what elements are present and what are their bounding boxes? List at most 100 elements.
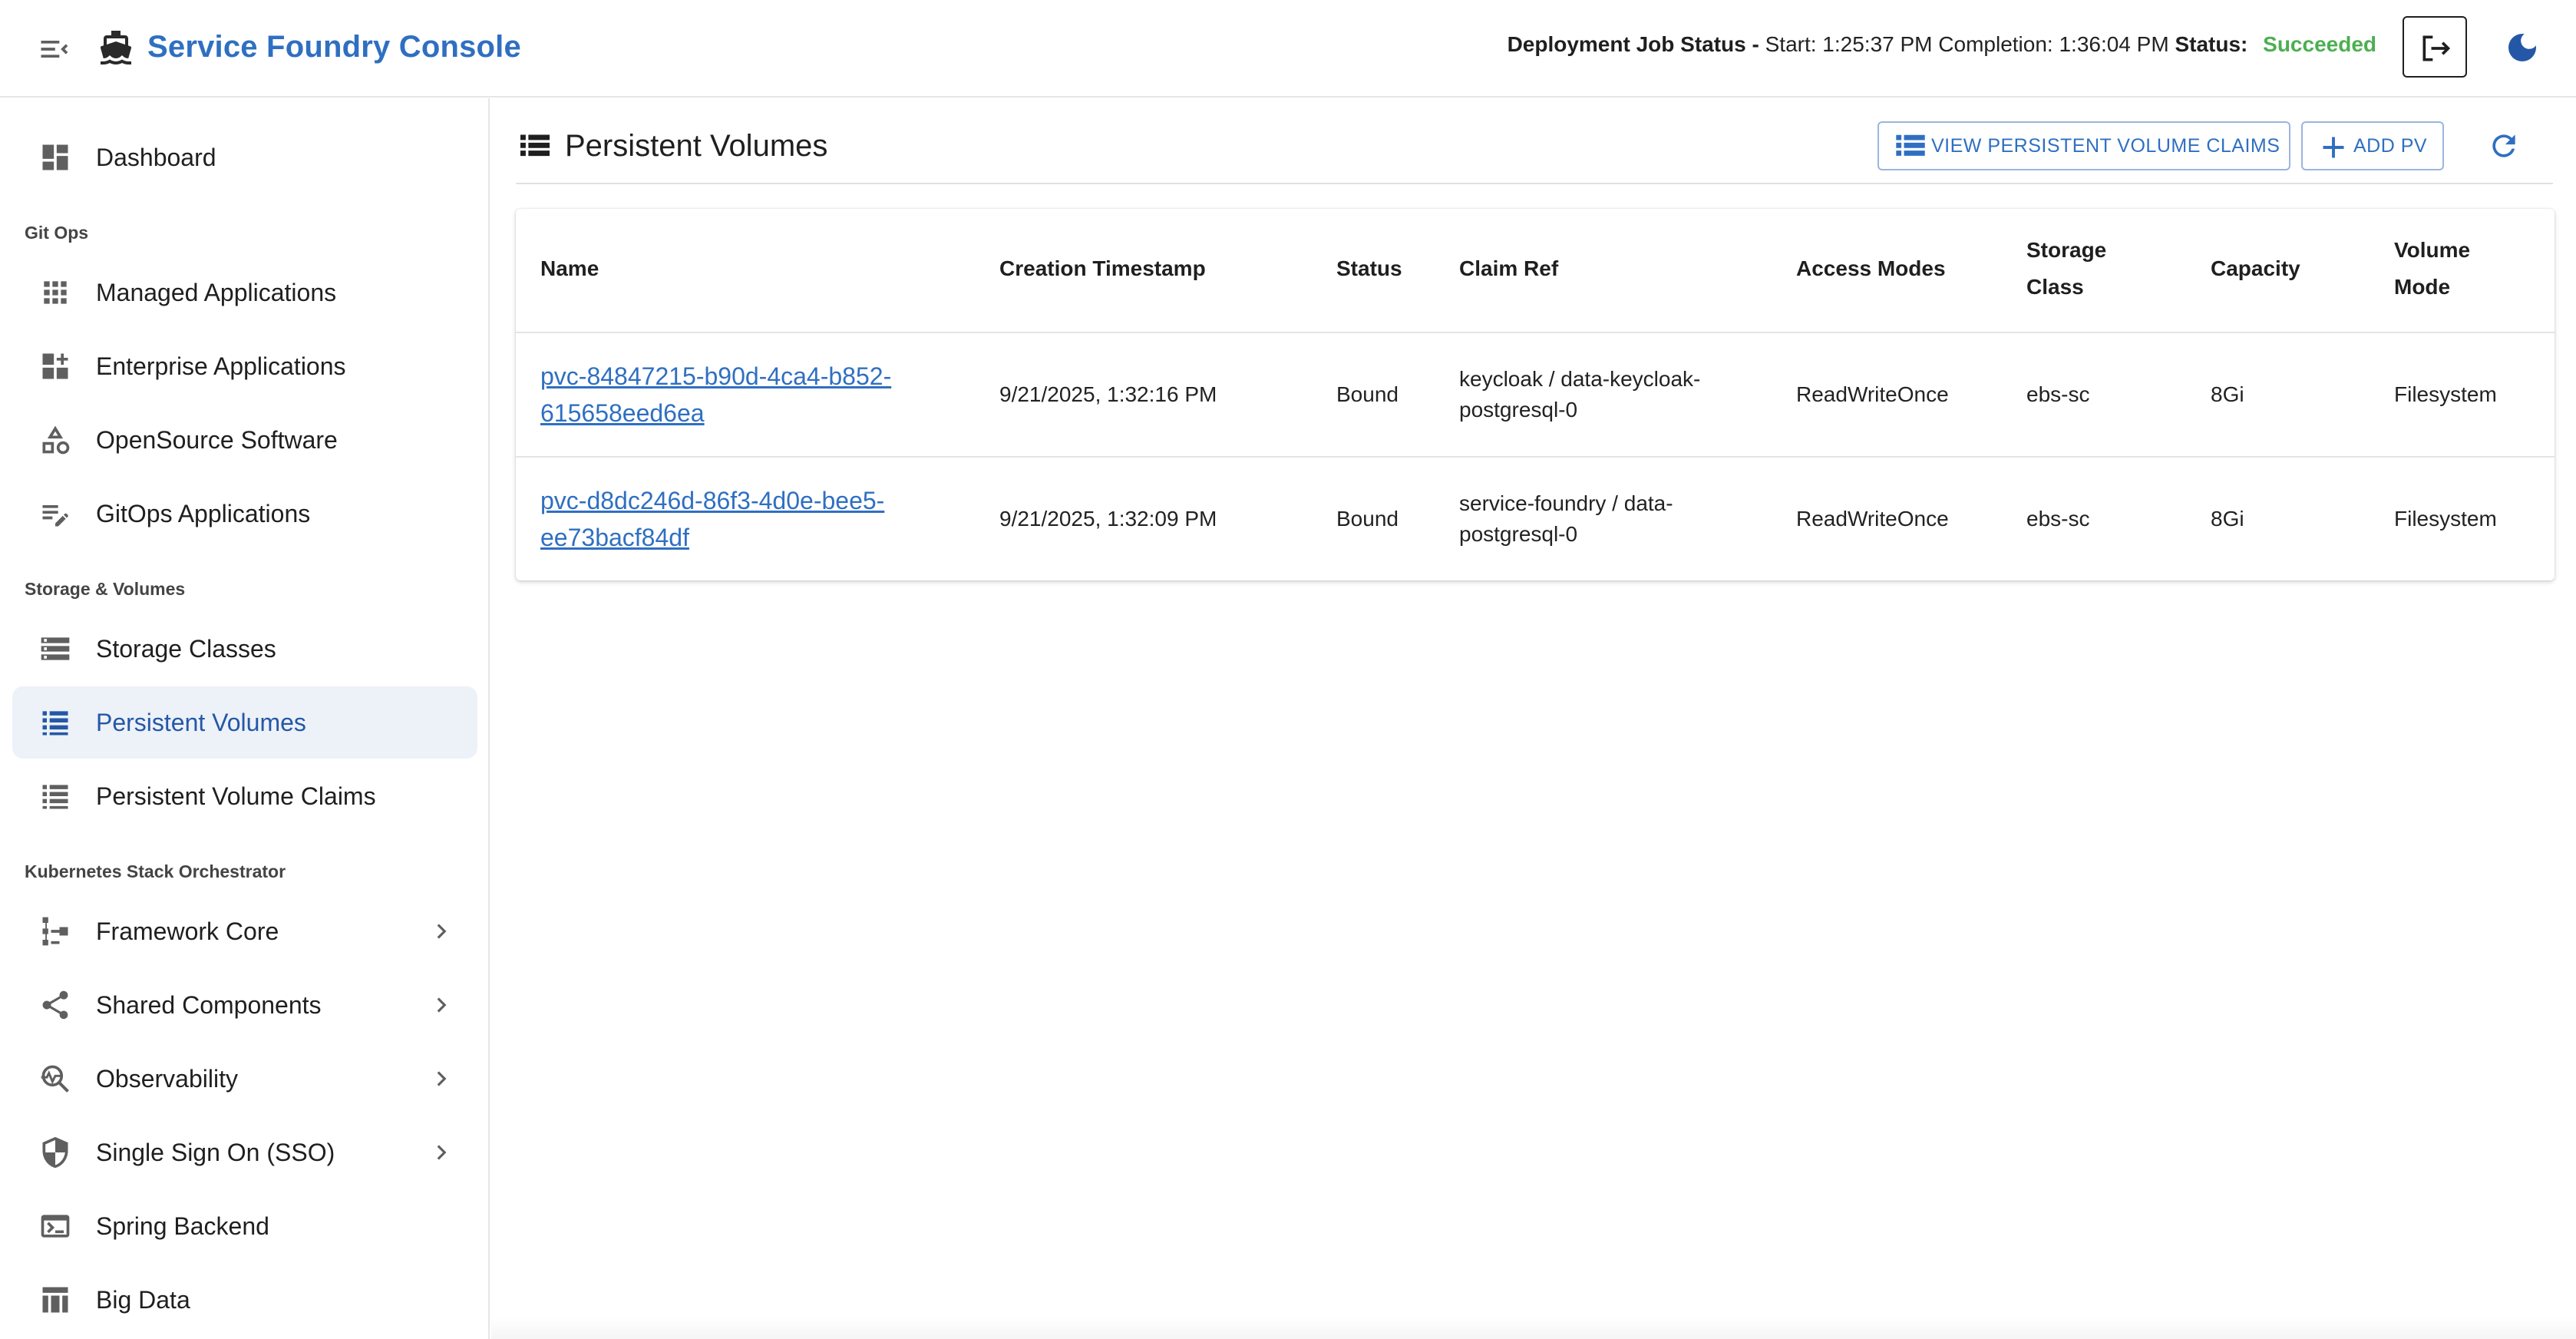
storage-icon: [41, 637, 70, 660]
list-storage-icon: [42, 785, 68, 809]
app-title[interactable]: Service Foundry Console: [147, 26, 521, 68]
column-header-storage-class-line2: Class: [2026, 275, 2084, 299]
sidebar-item-label: Framework Core: [96, 917, 279, 945]
sidebar-item-observability[interactable]: Observability: [12, 1043, 477, 1115]
job-status-times: Start: 1:25:37 PM Completion: 1:36:04 PM: [1765, 32, 2169, 56]
sidebar-item-big-data[interactable]: Big Data: [12, 1264, 477, 1336]
column-header-name[interactable]: Name: [540, 250, 599, 287]
monitor-search-icon: [41, 1065, 69, 1093]
sidebar: Dashboard Git Ops Managed Applications E…: [0, 98, 490, 1339]
chevron-right-icon: [437, 1071, 447, 1086]
sidebar-item-label: GitOps Applications: [96, 500, 311, 527]
column-header-creation-timestamp[interactable]: Creation Timestamp: [999, 250, 1206, 287]
table-icon: [42, 1287, 68, 1313]
sidebar-item-spring-backend[interactable]: Spring Backend: [12, 1190, 477, 1262]
chevron-right-icon: [437, 997, 447, 1013]
menu-collapse-icon[interactable]: [37, 32, 71, 66]
column-header-volume-mode-line2: Mode: [2394, 275, 2451, 299]
ship-icon: [100, 31, 132, 64]
access-modes-cell: ReadWriteOnce: [1796, 382, 1949, 406]
logout-button[interactable]: [2403, 16, 2467, 78]
status-cell: Bound: [1336, 507, 1399, 531]
pv-name-line2: 615658eed6ea: [540, 399, 705, 427]
list-storage-icon: [1896, 134, 1925, 156]
capacity-cell: 8Gi: [2211, 507, 2244, 531]
claim-ref-line1: service-foundry / data-: [1459, 491, 1673, 515]
sidebar-item-dashboard[interactable]: Dashboard: [12, 121, 477, 193]
sidebar-item-label: Single Sign On (SSO): [96, 1139, 335, 1166]
view-claims-label: VIEW PERSISTENT VOLUME CLAIMS: [1931, 135, 2280, 157]
row-divider: [516, 456, 2555, 458]
apps-grid-icon: [44, 281, 67, 304]
dark-mode-moon-icon[interactable]: [2504, 29, 2541, 66]
claim-ref-line2: postgresql-0: [1459, 522, 1578, 546]
page-title: Persistent Volumes: [565, 129, 828, 163]
sidebar-item-label: Enterprise Applications: [96, 352, 346, 380]
view-persistent-volume-claims-button[interactable]: VIEW PERSISTENT VOLUME CLAIMS: [1878, 121, 2290, 170]
category-shapes-icon: [42, 425, 70, 455]
access-modes-cell: ReadWriteOnce: [1796, 507, 1949, 531]
logout-icon: [2422, 35, 2451, 61]
column-header-status[interactable]: Status: [1336, 250, 1402, 287]
column-header-capacity[interactable]: Capacity: [2211, 250, 2300, 287]
sidebar-item-persistent-volume-claims[interactable]: Persistent Volume Claims: [12, 760, 477, 832]
app-header: Service Foundry Console Deployment Job S…: [0, 0, 2576, 98]
sidebar-item-storage-classes[interactable]: Storage Classes: [12, 613, 477, 685]
sidebar-item-framework-core[interactable]: Framework Core: [12, 895, 477, 967]
sidebar-item-persistent-volumes[interactable]: Persistent Volumes: [12, 686, 477, 759]
terminal-icon: [41, 1215, 70, 1238]
refresh-icon[interactable]: [2487, 129, 2521, 163]
deployment-job-status: Deployment Job Status - Start: 1:25:37 P…: [1508, 28, 2376, 61]
sidebar-item-managed-applications[interactable]: Managed Applications: [12, 256, 477, 329]
sidebar-item-label: Big Data: [96, 1286, 190, 1314]
capacity-cell: 8Gi: [2211, 382, 2244, 406]
persistent-volumes-table: Name Creation Timestamp Status Claim Ref…: [516, 209, 2555, 580]
sidebar-item-label: Persistent Volume Claims: [96, 782, 376, 810]
chevron-right-icon: [437, 924, 447, 939]
pv-name-line1: pvc-84847215-b90d-4ca4-b852-: [540, 362, 892, 390]
sidebar-item-single-sign-on[interactable]: Single Sign On (SSO): [12, 1116, 477, 1189]
pv-name-line1: pvc-d8dc246d-86f3-4d0e-bee5-: [540, 487, 885, 514]
job-status-status-label: Status:: [2175, 32, 2248, 56]
column-header-storage-class-line1: Storage: [2026, 238, 2107, 262]
chevron-right-icon: [437, 1145, 447, 1160]
claim-ref-line2: postgresql-0: [1459, 398, 1578, 422]
sidebar-item-label: OpenSource Software: [96, 426, 338, 454]
title-divider: [516, 183, 2553, 184]
section-title-gitops: Git Ops: [25, 223, 89, 243]
footer-shadow: [491, 1318, 2576, 1339]
list-storage-icon: [520, 134, 550, 157]
column-header-volume-mode-line1: Volume: [2394, 238, 2471, 262]
edit-note-icon: [42, 505, 68, 527]
pv-name-line2: ee73bacf84df: [540, 524, 689, 551]
section-title-kubernetes-stack-orchestrator: Kubernetes Stack Orchestrator: [25, 861, 286, 881]
storage-class-cell: ebs-sc: [2026, 382, 2090, 406]
storage-class-cell: ebs-sc: [2026, 507, 2090, 531]
job-status-badge: Succeeded: [2263, 32, 2376, 56]
sidebar-item-label: Observability: [96, 1065, 238, 1093]
sidebar-item-label: Persistent Volumes: [96, 709, 306, 736]
column-header-claim-ref[interactable]: Claim Ref: [1459, 250, 1558, 287]
add-pv-label: ADD PV: [2353, 135, 2428, 157]
sidebar-item-label: Managed Applications: [96, 279, 337, 306]
sidebar-item-opensource-software[interactable]: OpenSource Software: [12, 404, 477, 476]
row-divider: [516, 332, 2555, 333]
account-tree-icon: [42, 917, 68, 946]
creation-timestamp-cell: 9/21/2025, 1:32:09 PM: [999, 507, 1217, 531]
column-header-access-modes[interactable]: Access Modes: [1796, 250, 1946, 287]
sidebar-item-gitops-applications[interactable]: GitOps Applications: [12, 478, 477, 550]
status-cell: Bound: [1336, 382, 1399, 406]
sidebar-item-enterprise-applications[interactable]: Enterprise Applications: [12, 330, 477, 402]
sidebar-item-label: Shared Components: [96, 991, 322, 1019]
plus-icon: [2323, 137, 2344, 158]
volume-mode-cell: Filesystem: [2394, 382, 2497, 406]
claim-ref-line1: keycloak / data-keycloak-: [1459, 367, 1701, 391]
add-widget-icon: [42, 353, 68, 379]
list-storage-icon: [42, 711, 68, 736]
shield-icon: [42, 1136, 68, 1169]
volume-mode-cell: Filesystem: [2394, 507, 2497, 531]
sidebar-item-label: Spring Backend: [96, 1212, 269, 1240]
sidebar-item-shared-components[interactable]: Shared Components: [12, 969, 477, 1041]
add-pv-button[interactable]: ADD PV: [2301, 121, 2444, 170]
sidebar-item-label: Storage Classes: [96, 635, 276, 663]
